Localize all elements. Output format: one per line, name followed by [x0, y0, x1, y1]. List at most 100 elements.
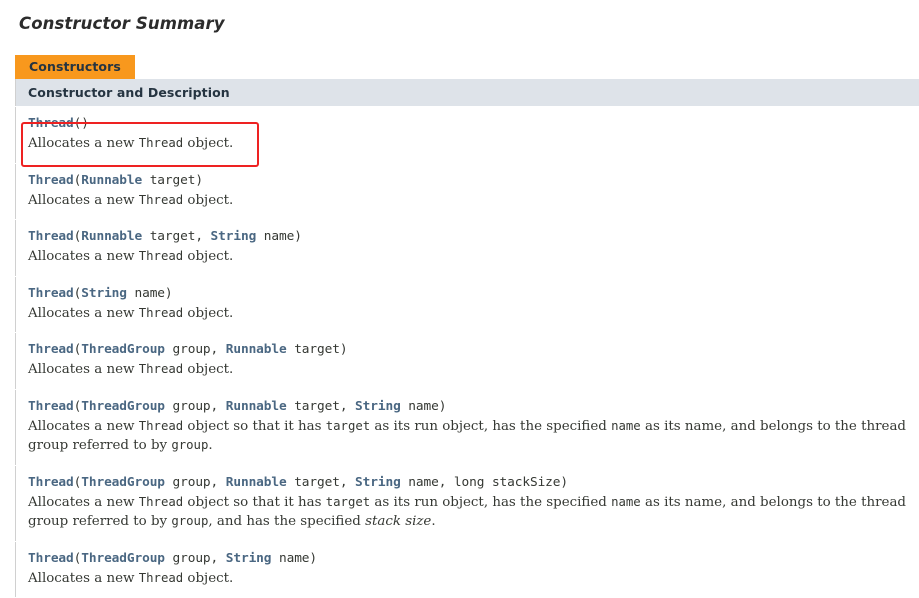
constructor-signature: Thread(String name) — [28, 285, 907, 302]
param-type-link[interactable]: ThreadGroup — [81, 475, 165, 490]
constructor-name-link[interactable]: Thread — [28, 116, 74, 131]
description-text: , and has the specified — [208, 514, 365, 529]
constructor-signature: Thread(ThreadGroup group, Runnable targe… — [28, 398, 907, 415]
table-row: Thread(ThreadGroup group, Runnable targe… — [16, 465, 919, 541]
param-type-link[interactable]: ThreadGroup — [81, 399, 165, 414]
description-text: Allocates a new — [28, 136, 139, 151]
signature-punctuation: ) — [165, 286, 173, 301]
param-type-link[interactable]: String — [355, 399, 401, 414]
constructor-summary-section: Constructors Constructor and Description… — [0, 55, 919, 598]
description-text: Allocates a new — [28, 362, 139, 377]
constructor-signature: Thread(ThreadGroup group, Runnable targe… — [28, 341, 907, 358]
constructor-name-link[interactable]: Thread — [28, 229, 74, 244]
param-name: target — [142, 173, 195, 188]
description-text: Allocates a new — [28, 571, 139, 586]
description-text: object. — [183, 136, 233, 151]
constructor-name-link[interactable]: Thread — [28, 173, 74, 188]
constructor-description: Allocates a new Thread object. — [28, 304, 907, 324]
description-text: object so that it has — [183, 495, 326, 510]
signature-punctuation: ) — [560, 475, 568, 490]
description-text: Allocates a new — [28, 306, 139, 321]
param-name: target, — [287, 475, 355, 490]
inline-code: Thread — [139, 249, 183, 263]
param-type-link[interactable]: String — [211, 229, 257, 244]
table-row: Thread(ThreadGroup group, Runnable targe… — [16, 333, 919, 390]
table-row: Thread(ThreadGroup group, Runnable targe… — [16, 389, 919, 465]
table-head: Constructor and Description — [16, 79, 919, 107]
emphasis-text: stack size — [365, 514, 431, 529]
description-text: Allocates a new — [28, 249, 139, 264]
description-text: object. — [183, 306, 233, 321]
description-text: Allocates a new — [28, 193, 139, 208]
param-type-link[interactable]: Runnable — [226, 475, 287, 490]
param-name: target — [287, 342, 340, 357]
param-name: name — [271, 551, 309, 566]
constructor-signature: Thread() — [28, 115, 907, 132]
inline-code: Thread — [139, 362, 183, 376]
param-type-link[interactable]: Runnable — [226, 399, 287, 414]
inline-code: Thread — [139, 193, 183, 207]
description-text: as its run object, has the specified — [370, 419, 611, 434]
param-type-link[interactable]: String — [355, 475, 401, 490]
column-header-constructor-and-description: Constructor and Description — [16, 79, 919, 107]
description-text: . — [208, 438, 212, 453]
constructor-name-link[interactable]: Thread — [28, 475, 74, 490]
page-title: Constructor Summary — [0, 0, 919, 33]
param-name: group, — [165, 342, 226, 357]
param-type-link[interactable]: Runnable — [81, 229, 142, 244]
constructor-description: Allocates a new Thread object so that it… — [28, 493, 907, 532]
inline-code: Thread — [139, 136, 183, 150]
constructor-description: Allocates a new Thread object. — [28, 134, 907, 154]
table-body: Thread()Allocates a new Thread object.Th… — [16, 107, 919, 598]
param-type-link[interactable]: String — [81, 286, 127, 301]
param-type-link[interactable]: ThreadGroup — [81, 342, 165, 357]
table-caption-row: Constructors — [15, 55, 919, 79]
param-name: name — [401, 399, 439, 414]
param-type-link[interactable]: Runnable — [81, 173, 142, 188]
param-name: group, — [165, 399, 226, 414]
inline-code: target — [326, 419, 370, 433]
constructor-name-link[interactable]: Thread — [28, 342, 74, 357]
inline-code: group — [171, 438, 208, 452]
param-type-link[interactable]: Runnable — [226, 342, 287, 357]
description-text: object so that it has — [183, 419, 326, 434]
inline-code: target — [326, 495, 370, 509]
param-name: target, — [142, 229, 210, 244]
description-text: Allocates a new — [28, 495, 139, 510]
inline-code: group — [171, 514, 208, 528]
constructor-signature: Thread(Runnable target) — [28, 172, 907, 189]
signature-punctuation: ) — [81, 116, 89, 131]
inline-code: name — [611, 419, 641, 433]
table-row: Thread(Runnable target, String name) Allo… — [16, 220, 919, 277]
param-type-link[interactable]: ThreadGroup — [81, 551, 165, 566]
constructor-name-link[interactable]: Thread — [28, 286, 74, 301]
tab-constructors[interactable]: Constructors — [15, 55, 135, 79]
description-text: as its run object, has the specified — [370, 495, 611, 510]
constructor-signature: Thread(Runnable target, String name) — [28, 228, 907, 245]
param-name: name — [256, 229, 294, 244]
description-text: object. — [183, 249, 233, 264]
description-text: object. — [183, 571, 233, 586]
constructor-name-link[interactable]: Thread — [28, 551, 74, 566]
constructor-summary-page: Constructor Summary Constructors Constru… — [0, 0, 919, 590]
constructor-name-link[interactable]: Thread — [28, 399, 74, 414]
constructor-signature: Thread(ThreadGroup group, Runnable targe… — [28, 474, 907, 491]
table-header-row: Constructor and Description — [16, 79, 919, 107]
param-name: name, long stackSize — [401, 475, 561, 490]
inline-code: Thread — [139, 419, 183, 433]
description-text: object. — [183, 193, 233, 208]
constructor-cell: Thread(ThreadGroup group, Runnable targe… — [16, 333, 919, 390]
param-type-link[interactable]: String — [226, 551, 272, 566]
param-name: name — [127, 286, 165, 301]
signature-punctuation: ) — [195, 173, 203, 188]
inline-code: Thread — [139, 306, 183, 320]
constructor-signature: Thread(ThreadGroup group, String name) — [28, 550, 907, 567]
inline-code: Thread — [139, 495, 183, 509]
constructor-description: Allocates a new Thread object. — [28, 360, 907, 380]
constructor-summary-table: Constructor and Description Thread() Allo… — [15, 79, 919, 598]
constructor-description: Allocates a new Thread object so that it… — [28, 417, 907, 456]
param-name: group, — [165, 551, 226, 566]
constructor-description: Allocates a new Thread object. — [28, 569, 907, 589]
constructor-cell: Thread(ThreadGroup group, String name) Al… — [16, 541, 919, 598]
signature-punctuation: ) — [439, 399, 447, 414]
